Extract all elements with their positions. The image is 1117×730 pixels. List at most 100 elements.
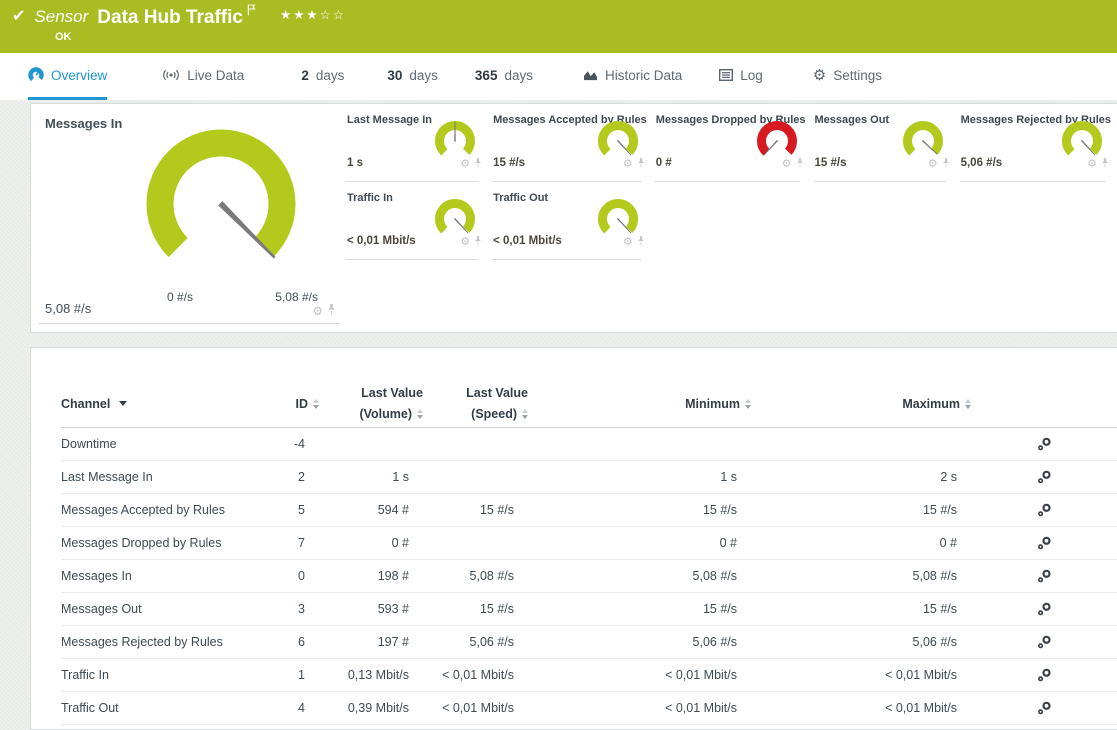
priority-stars[interactable]: ★★★☆☆: [280, 7, 346, 22]
star-filled-icon[interactable]: ★: [293, 8, 306, 22]
pin-icon[interactable]: [637, 155, 645, 173]
gauge-icon: [28, 67, 44, 83]
cell-last-value-volume: 197 #: [319, 635, 423, 649]
cell-minimum: 5,08 #/s: [528, 569, 751, 583]
cell-channel: Messages Dropped by Rules: [61, 536, 261, 550]
pin-icon[interactable]: [327, 302, 336, 320]
gauge-settings-gear-icon[interactable]: ⚙: [460, 159, 470, 170]
gauge-settings-gear-icon[interactable]: ⚙: [1087, 159, 1097, 170]
table-body: Downtime -4 Last Message In 2 1 s 1: [61, 428, 1117, 725]
gauge-scale-min: 0 #/s: [167, 290, 193, 304]
tab-bar: Overview Live Data 2days 30days 365days …: [0, 53, 1117, 100]
cell-last-value-volume: 0,39 Mbit/s: [319, 701, 423, 715]
channel-gauge-card: Traffic In < 0,01 Mbit/s ⚙: [344, 182, 490, 260]
star-filled-icon[interactable]: ★: [306, 8, 319, 22]
star-filled-icon[interactable]: ★: [280, 8, 293, 22]
cell-last-value-volume: 593 #: [319, 602, 423, 616]
channel-settings-icon[interactable]: [971, 602, 1117, 616]
channel-settings-icon[interactable]: [971, 503, 1117, 517]
cell-last-value-volume: 198 #: [319, 569, 423, 583]
channel-settings-icon[interactable]: [971, 470, 1117, 484]
table-row: Messages Accepted by Rules 5 594 # 15 #/…: [61, 494, 1117, 527]
live-broadcast-icon: [162, 69, 180, 81]
sensor-status-bar: ✔ Sensor Data Hub Traffic ★★★☆☆ OK: [0, 0, 1117, 53]
channel-gauge-card: Messages Rejected by Rules 5,06 #/s ⚙: [958, 104, 1117, 182]
gauge-settings-gear-icon[interactable]: ⚙: [623, 237, 633, 248]
gauge-settings-gear-icon[interactable]: ⚙: [312, 305, 323, 317]
cell-channel: Messages Out: [61, 602, 261, 616]
column-header-last-value-volume[interactable]: Last Value (Volume): [319, 385, 423, 423]
channel-settings-icon[interactable]: [971, 569, 1117, 583]
divider: [814, 181, 946, 182]
channel-settings-icon[interactable]: [971, 536, 1117, 550]
gauge-value: 5,08 #/s: [45, 301, 91, 316]
cell-last-value-speed: < 0,01 Mbit/s: [423, 668, 528, 682]
gauge-settings-gear-icon[interactable]: ⚙: [928, 159, 938, 170]
channel-gauge-card: Messages Dropped by Rules 0 # ⚙: [653, 104, 812, 182]
cell-channel: Downtime: [61, 437, 261, 451]
cell-last-value-volume: 594 #: [319, 503, 423, 517]
tab-2-days[interactable]: 2days: [301, 53, 344, 100]
sort-icon: [965, 399, 971, 409]
column-header-id[interactable]: ID: [261, 397, 319, 411]
cell-last-value-speed: 5,06 #/s: [423, 635, 528, 649]
column-header-channel[interactable]: Channel: [61, 397, 261, 411]
cell-channel: Messages Rejected by Rules: [61, 635, 261, 649]
column-header-last-value-speed[interactable]: Last Value (Speed): [423, 385, 528, 423]
pin-icon[interactable]: [474, 155, 482, 173]
channel-settings-icon[interactable]: [971, 437, 1117, 451]
gauge-value: 0 #: [656, 157, 672, 169]
cell-last-value-volume: 1 s: [319, 470, 423, 484]
cell-maximum: 5,06 #/s: [751, 635, 971, 649]
pin-icon[interactable]: [637, 233, 645, 251]
pin-icon[interactable]: [942, 155, 950, 173]
sort-desc-icon: [119, 401, 127, 406]
cell-id: 3: [261, 602, 319, 616]
channel-settings-icon[interactable]: [971, 701, 1117, 715]
tab-historic-data[interactable]: Historic Data: [583, 53, 682, 100]
pin-icon[interactable]: [474, 233, 482, 251]
gauge-value: 5,06 #/s: [961, 157, 1003, 169]
table-row: Messages In 0 198 # 5,08 #/s 5,08 #/s 5,…: [61, 560, 1117, 593]
status-ok-check-icon: ✔: [12, 9, 25, 25]
channel-settings-icon[interactable]: [971, 635, 1117, 649]
gauge-value: 1 s: [347, 157, 363, 169]
cell-id: 5: [261, 503, 319, 517]
cell-last-value-volume: 0,13 Mbit/s: [319, 668, 423, 682]
cell-maximum: 15 #/s: [751, 503, 971, 517]
cell-maximum: 15 #/s: [751, 602, 971, 616]
pin-icon[interactable]: [796, 155, 804, 173]
tab-30-days[interactable]: 30days: [387, 53, 438, 100]
tab-live-data[interactable]: Live Data: [162, 53, 244, 100]
column-header-maximum[interactable]: Maximum: [751, 397, 971, 411]
column-header-minimum[interactable]: Minimum: [528, 397, 751, 411]
channels-table-panel: Channel ID Last Value (Volume) Last Valu…: [30, 347, 1117, 730]
tab-settings[interactable]: ⚙ Settings: [813, 53, 882, 100]
channel-gauge-card: Messages Out 15 #/s ⚙: [812, 104, 958, 182]
tab-overview[interactable]: Overview: [28, 53, 107, 100]
gauge-value: < 0,01 Mbit/s: [347, 235, 416, 247]
cell-minimum: 0 #: [528, 536, 751, 550]
cell-id: 2: [261, 470, 319, 484]
tab-log[interactable]: Log: [719, 53, 763, 100]
star-empty-icon[interactable]: ☆: [320, 8, 333, 22]
tab-365-days[interactable]: 365days: [475, 53, 533, 100]
status-badge: OK: [55, 31, 72, 43]
gauge-settings-gear-icon[interactable]: ⚙: [623, 159, 633, 170]
table-row: Downtime -4: [61, 428, 1117, 461]
table-row: Messages Rejected by Rules 6 197 # 5,06 …: [61, 626, 1117, 659]
pin-icon[interactable]: [1101, 155, 1109, 173]
main-gauge-card: Messages In 0 #/s 5,08 #/s 5,08 #/s ⚙: [31, 104, 344, 332]
cell-channel: Traffic In: [61, 668, 261, 682]
favorite-flag-icon[interactable]: [247, 3, 256, 21]
gauge-settings-gear-icon[interactable]: ⚙: [782, 159, 792, 170]
gauge-settings-gear-icon[interactable]: ⚙: [460, 237, 470, 248]
channel-settings-icon[interactable]: [971, 668, 1117, 682]
page-content: Messages In 0 #/s 5,08 #/s 5,08 #/s ⚙ La…: [0, 100, 1117, 730]
cell-minimum: 1 s: [528, 470, 751, 484]
cell-minimum: < 0,01 Mbit/s: [528, 701, 751, 715]
cell-last-value-speed: 15 #/s: [423, 503, 528, 517]
cell-id: 0: [261, 569, 319, 583]
star-empty-icon[interactable]: ☆: [333, 8, 346, 22]
divider: [39, 323, 340, 324]
